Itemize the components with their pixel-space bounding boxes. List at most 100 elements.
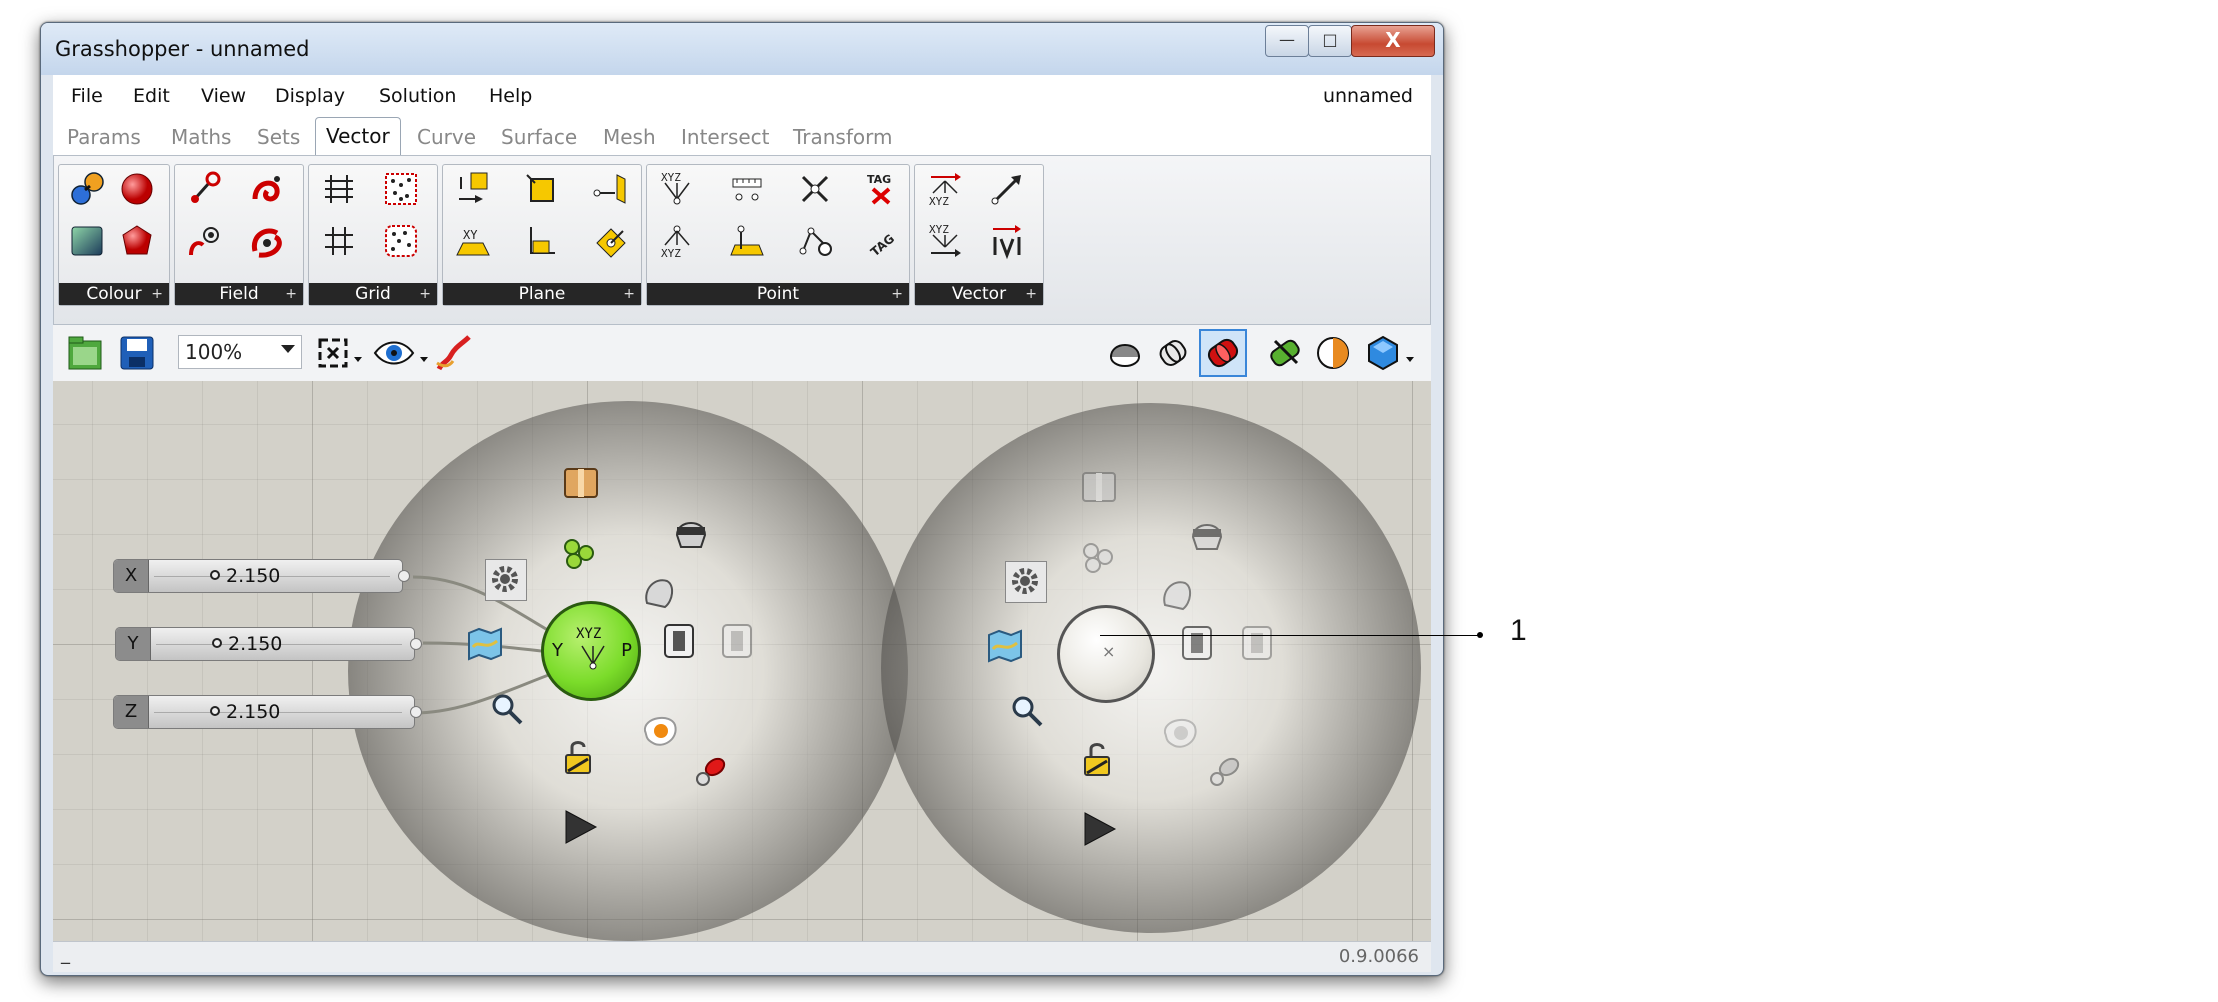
display-mode-icon[interactable] <box>1363 333 1403 373</box>
group-label-vector[interactable]: Vector + <box>915 283 1043 305</box>
colour-gem-icon[interactable] <box>117 221 157 261</box>
radial-play-icon[interactable] <box>560 807 600 847</box>
field-line-charge-icon[interactable] <box>185 169 225 209</box>
open-file-icon[interactable] <box>65 333 105 373</box>
colour-blend-icon[interactable] <box>67 169 107 209</box>
zoom-extents-chevron-down-icon[interactable] <box>353 349 363 362</box>
radial-right-toggle-enable-icon[interactable] <box>1237 623 1277 663</box>
tab-params[interactable]: Params <box>67 125 141 149</box>
menu-file[interactable]: File <box>71 85 103 107</box>
tab-surface[interactable]: Surface <box>501 125 577 149</box>
minimize-button[interactable]: — <box>1265 25 1309 57</box>
slider-z[interactable]: Z 2.150 <box>113 695 422 729</box>
group-label-plane[interactable]: Plane + <box>443 283 641 305</box>
expand-colour-icon[interactable]: + <box>151 283 163 305</box>
point-deconstruct-icon[interactable]: XYZ <box>657 221 697 261</box>
point-numbers-icon[interactable] <box>727 169 767 209</box>
slider-y-knob[interactable] <box>212 638 222 648</box>
menu-edit[interactable]: Edit <box>133 85 170 107</box>
group-label-field[interactable]: Field + <box>175 283 303 305</box>
component-output-p[interactable]: P <box>621 640 632 661</box>
tab-maths[interactable]: Maths <box>171 125 231 149</box>
slider-z-knob[interactable] <box>210 706 220 716</box>
slider-z-output-grip[interactable] <box>410 706 422 718</box>
radial-search-icon[interactable] <box>487 689 527 729</box>
slider-x[interactable]: X 2.150 <box>113 559 410 593</box>
maximize-button[interactable]: □ <box>1308 25 1352 57</box>
preview-shaded-icon[interactable] <box>1153 333 1193 373</box>
radial-right-map-icon[interactable] <box>985 625 1025 665</box>
vector-two-point-icon[interactable] <box>987 169 1027 209</box>
radial-right-package-icon[interactable] <box>1079 467 1119 507</box>
radial-profile-icon[interactable] <box>639 573 679 613</box>
grid-rectangular-icon[interactable] <box>319 169 359 209</box>
radial-settings-gear-icon[interactable] <box>485 559 527 601</box>
slider-y[interactable]: Y 2.150 <box>115 627 422 661</box>
plane-construct-icon[interactable] <box>453 169 493 209</box>
plane-normal-icon[interactable] <box>521 221 561 261</box>
radial-right-toggle-preview-icon[interactable] <box>1177 623 1217 663</box>
plane-offset-icon[interactable] <box>591 169 631 209</box>
menu-display[interactable]: Display <box>275 85 345 107</box>
point-untag-icon[interactable]: TAG <box>861 169 901 209</box>
menu-solution[interactable]: Solution <box>379 85 456 107</box>
radial-right-cluster-icon[interactable] <box>1077 537 1117 577</box>
sketch-pen-icon[interactable] <box>433 333 473 373</box>
point-sort-icon[interactable] <box>795 221 835 261</box>
radial-right-mask-icon[interactable] <box>1187 515 1227 555</box>
empty-component[interactable]: × <box>1057 605 1155 703</box>
tab-mesh[interactable]: Mesh <box>603 125 656 149</box>
preview-selected-icon[interactable] <box>1199 329 1247 377</box>
expand-field-icon[interactable]: + <box>285 283 297 305</box>
preview-wireframe-icon[interactable] <box>1105 333 1145 373</box>
display-mode-chevron-down-icon[interactable] <box>1405 349 1415 362</box>
field-point-charge-icon[interactable] <box>185 221 225 261</box>
radial-cluster-icon[interactable] <box>558 533 598 573</box>
grid-populate-region-icon[interactable] <box>381 221 421 261</box>
save-file-icon[interactable] <box>117 333 157 373</box>
slider-x-output-grip[interactable] <box>398 570 410 582</box>
vector-deconstruct-icon[interactable]: XYZ <box>925 169 965 209</box>
plane-align-icon[interactable] <box>521 169 561 209</box>
expand-vector-icon[interactable]: + <box>1025 283 1037 305</box>
radial-bake-egg-icon[interactable] <box>641 711 681 751</box>
radial-toggle-preview-icon[interactable] <box>659 621 699 661</box>
radial-map-icon[interactable] <box>465 623 505 663</box>
grid-square-icon[interactable] <box>319 221 359 261</box>
field-merge-icon[interactable] <box>247 221 287 261</box>
radial-pin-icon[interactable] <box>689 753 729 793</box>
radial-mask-icon[interactable] <box>671 513 711 553</box>
plane-adjust-icon[interactable] <box>591 221 631 261</box>
zoom-dropdown[interactable]: 100% <box>178 335 302 369</box>
radial-right-pin-icon[interactable] <box>1203 753 1243 793</box>
component-input-y[interactable]: Y <box>552 640 563 661</box>
group-label-point[interactable]: Point + <box>647 283 909 305</box>
tab-sets[interactable]: Sets <box>257 125 300 149</box>
preview-eye-icon[interactable] <box>373 335 415 371</box>
tab-vector[interactable]: Vector <box>315 117 401 155</box>
vector-xyz-icon[interactable]: XYZ <box>925 221 965 261</box>
menu-view[interactable]: View <box>201 85 246 107</box>
expand-point-icon[interactable]: + <box>891 283 903 305</box>
radial-right-unlock-icon[interactable] <box>1077 739 1117 779</box>
title-bar[interactable]: Grasshopper - unnamed — □ X <box>41 23 1443 75</box>
expand-plane-icon[interactable]: + <box>623 283 635 305</box>
slider-x-knob[interactable] <box>210 570 220 580</box>
point-tag-icon[interactable]: TAG <box>861 221 901 261</box>
preview-chevron-down-icon[interactable] <box>419 349 429 362</box>
tab-transform[interactable]: Transform <box>793 125 892 149</box>
bake-green-icon[interactable] <box>1265 333 1305 373</box>
expand-grid-icon[interactable]: + <box>419 283 431 305</box>
group-label-colour[interactable]: Colour + <box>59 283 169 305</box>
menu-help[interactable]: Help <box>489 85 532 107</box>
group-label-grid[interactable]: Grid + <box>309 283 437 305</box>
radial-right-settings-gear-icon[interactable] <box>1005 561 1047 603</box>
grasshopper-canvas[interactable]: X 2.150 Y 2.150 Z 2.150 Y P XYZ × <box>53 381 1431 941</box>
construct-point-component[interactable]: Y P XYZ <box>541 601 641 701</box>
zoom-extents-icon[interactable] <box>315 335 351 371</box>
tab-curve[interactable]: Curve <box>417 125 476 149</box>
grid-populate-icon[interactable] <box>381 169 421 209</box>
radial-right-profile-icon[interactable] <box>1157 575 1197 615</box>
point-oriented-icon[interactable] <box>727 221 767 261</box>
slider-y-output-grip[interactable] <box>410 638 422 650</box>
